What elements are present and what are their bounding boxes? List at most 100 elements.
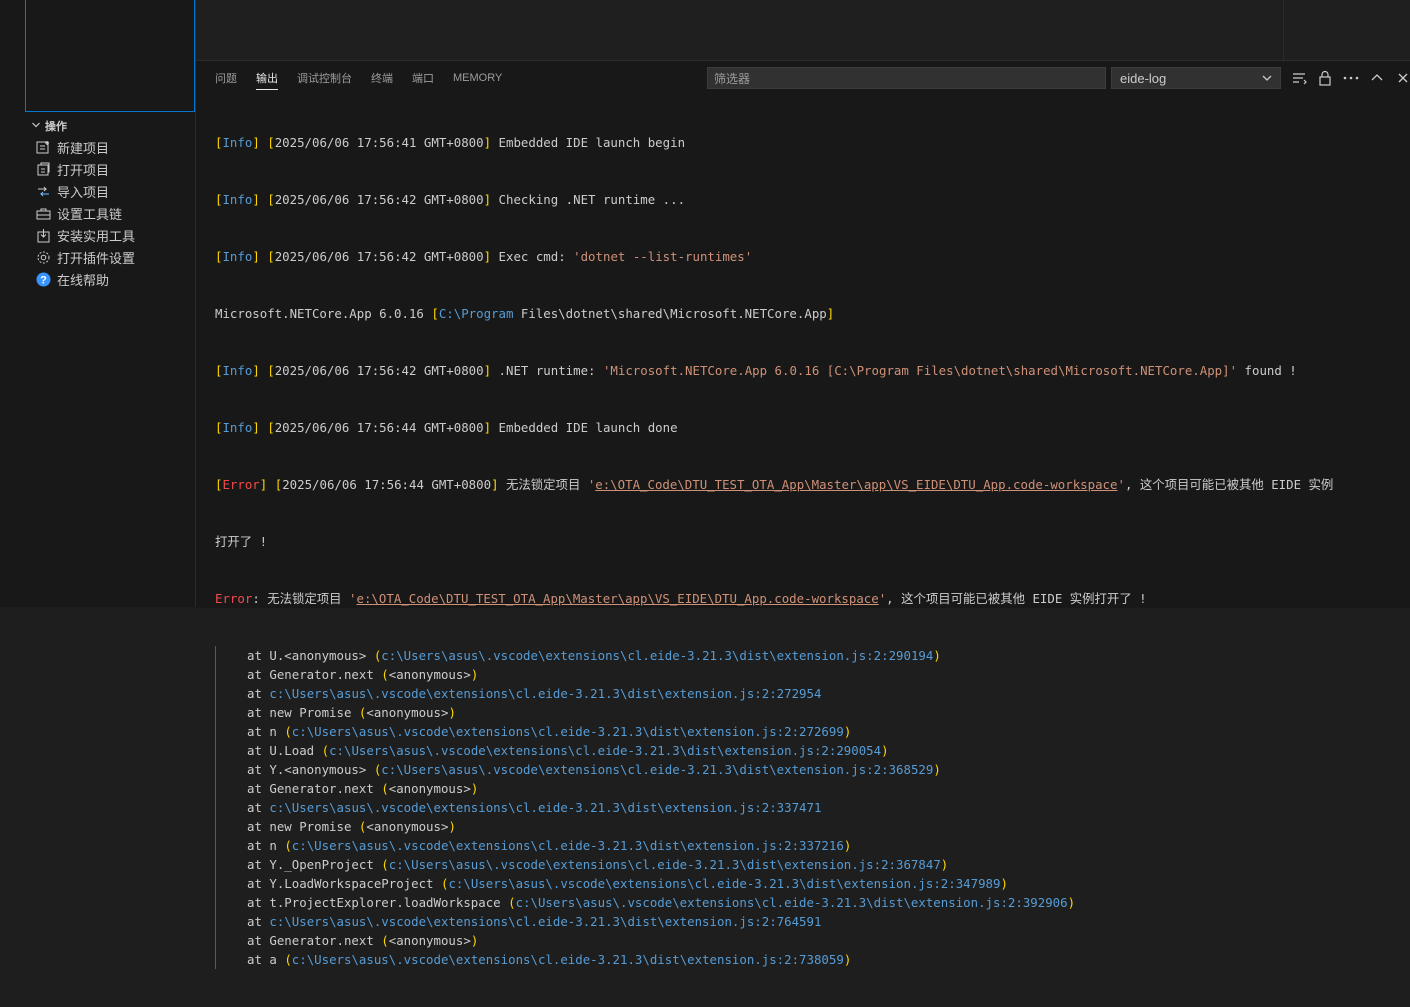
panel-tabs: 问题 输出 调试控制台 终端 端口 MEMORY	[196, 61, 502, 95]
stack-frame-location[interactable]: c:\Users\asus\.vscode\extensions\cl.eide…	[292, 838, 844, 853]
log-message: found !	[1237, 363, 1297, 378]
log-level: Info	[222, 420, 253, 435]
output-log[interactable]: [Info] [2025/06/06 17:56:41 GMT+0800] Em…	[215, 95, 1405, 1007]
stack-frame-location[interactable]: c:\Users\asus\.vscode\extensions\cl.eide…	[381, 762, 933, 777]
stack-frame: at Generator.next (<anonymous>)	[247, 781, 479, 796]
stack-frame-anon: <anonymous>	[366, 705, 449, 720]
stack-frame-fn: at U.Load	[247, 743, 322, 758]
stack-frame-anon: <anonymous>	[366, 819, 449, 834]
activity-bar	[0, 0, 26, 607]
log-time: 2025/06/06 17:56:42 GMT+0800	[274, 192, 484, 207]
stack-frame-fn: at Y.LoadWorkspaceProject	[247, 876, 441, 891]
action-install-tools[interactable]: 安装实用工具	[35, 224, 135, 246]
stack-frame: at new Promise (<anonymous>)	[247, 819, 456, 834]
log-level: Info	[222, 192, 253, 207]
log-path-link[interactable]: e:\OTA_Code\DTU_TEST_OTA_App\Master\app\…	[595, 477, 1117, 492]
stack-frame-location[interactable]: c:\Users\asus\.vscode\extensions\cl.eide…	[269, 800, 821, 815]
action-label: 导入项目	[57, 184, 110, 200]
lock-icon[interactable]	[1312, 67, 1338, 89]
stack-frame-location[interactable]: c:\Users\asus\.vscode\extensions\cl.eide…	[269, 686, 821, 701]
log-message: Microsoft.NETCore.App 6.0.16	[215, 306, 432, 321]
stack-frame-location[interactable]: c:\Users\asus\.vscode\extensions\cl.eide…	[448, 876, 1000, 891]
stack-frame-location[interactable]: c:\Users\asus\.vscode\extensions\cl.eide…	[516, 895, 1068, 910]
log-string: 'Microsoft.NETCore.App 6.0.16 [C:\Progra…	[602, 363, 1238, 378]
stack-frame: at c:\Users\asus\.vscode\extensions\cl.e…	[247, 912, 1405, 931]
log-level: Info	[222, 135, 253, 150]
log-message: Embedded IDE launch done	[498, 420, 678, 435]
stack-frame-fn: at Y._OpenProject	[247, 857, 382, 872]
log-message: , 这个项目可能已被其他 EIDE 实例打开了 !	[886, 591, 1147, 606]
log-level: Error	[222, 477, 260, 492]
log-line: [Info] [2025/06/06 17:56:42 GMT+0800] Ch…	[215, 192, 686, 207]
tab-ports[interactable]: 端口	[412, 61, 434, 95]
tab-output[interactable]: 输出	[256, 61, 278, 95]
log-time: 2025/06/06 17:56:42 GMT+0800	[274, 363, 484, 378]
output-panel: 问题 输出 调试控制台 终端 端口 MEMORY 筛选器 eide-log [I…	[196, 60, 1410, 969]
log-message: 无法锁定项目	[506, 477, 588, 492]
action-label: 安装实用工具	[57, 228, 136, 244]
log-message: Embedded IDE launch begin	[498, 135, 686, 150]
stack-frame-fn: at n	[247, 724, 285, 739]
sidebar: 操作 新建项目 打开项目 导入项目 设置工具链 安装实用工具 打开插件设置 ? …	[25, 0, 196, 607]
log-line: [Info] [2025/06/06 17:56:42 GMT+0800] .N…	[215, 363, 1297, 378]
action-setup-toolchain[interactable]: 设置工具链	[35, 202, 135, 224]
stack-frame-location[interactable]: c:\Users\asus\.vscode\extensions\cl.eide…	[269, 914, 821, 929]
log-path: C:\Program	[438, 306, 514, 321]
stack-frame-location[interactable]: c:\Users\asus\.vscode\extensions\cl.eide…	[389, 857, 941, 872]
log-string: 'dotnet --list-runtimes'	[573, 249, 753, 264]
action-label: 设置工具链	[57, 206, 123, 222]
stack-frame: at Y.LoadWorkspaceProject (c:\Users\asus…	[247, 876, 1008, 891]
stack-frame-location[interactable]: c:\Users\asus\.vscode\extensions\cl.eide…	[329, 743, 881, 758]
stack-frame: at U.Load (c:\Users\asus\.vscode\extensi…	[247, 743, 889, 758]
svg-text:?: ?	[40, 274, 47, 286]
action-import-project[interactable]: 导入项目	[35, 180, 135, 202]
log-path-link[interactable]: e:\OTA_Code\DTU_TEST_OTA_App\Master\app\…	[357, 591, 879, 606]
log-message: Files\dotnet\shared\Microsoft.NETCore.Ap…	[513, 306, 827, 321]
log-level: Info	[222, 363, 253, 378]
stack-frame: at Generator.next (<anonymous>)	[247, 667, 479, 682]
stack-frame-fn: at	[247, 800, 270, 815]
action-label: 在线帮助	[57, 272, 110, 288]
tab-memory[interactable]: MEMORY	[453, 61, 502, 95]
output-channel-select[interactable]: eide-log	[1111, 67, 1281, 89]
log-line: [Info] [2025/06/06 17:56:41 GMT+0800] Em…	[215, 135, 686, 150]
log-time: 2025/06/06 17:56:44 GMT+0800	[274, 420, 484, 435]
stack-frame-location[interactable]: c:\Users\asus\.vscode\extensions\cl.eide…	[381, 648, 933, 663]
action-new-project[interactable]: 新建项目	[35, 136, 135, 158]
stack-frame-location[interactable]: c:\Users\asus\.vscode\extensions\cl.eide…	[292, 952, 844, 967]
actions-section-header[interactable]: 操作	[31, 117, 67, 135]
tab-terminal[interactable]: 终端	[371, 61, 393, 95]
open-project-icon	[35, 161, 51, 177]
log-level: Info	[222, 249, 253, 264]
stack-frame-fn: at Y.<anonymous>	[247, 762, 374, 777]
log-message: : 无法锁定项目	[252, 591, 350, 606]
action-open-project[interactable]: 打开项目	[35, 158, 135, 180]
action-online-help[interactable]: ? 在线帮助	[35, 268, 135, 290]
stack-frame: at Generator.next (<anonymous>)	[247, 933, 479, 948]
toolchain-icon	[35, 205, 51, 221]
tab-problems[interactable]: 问题	[215, 61, 237, 95]
log-line: [Info] [2025/06/06 17:56:44 GMT+0800] Em…	[215, 420, 678, 435]
filter-input[interactable]: 筛选器	[707, 67, 1106, 89]
more-actions-icon[interactable]	[1338, 67, 1364, 89]
new-project-icon	[35, 139, 51, 155]
stack-frame: at a (c:\Users\asus\.vscode\extensions\c…	[247, 952, 852, 967]
log-message: .NET runtime:	[498, 363, 603, 378]
tab-debug-console[interactable]: 调试控制台	[297, 61, 352, 95]
actions-list: 新建项目 打开项目 导入项目 设置工具链 安装实用工具 打开插件设置 ? 在线帮…	[35, 136, 135, 290]
stack-frame-anon: <anonymous>	[388, 781, 471, 796]
sidebar-top-view[interactable]	[25, 0, 195, 112]
stack-frame: at Y.<anonymous> (c:\Users\asus\.vscode\…	[247, 762, 941, 777]
word-wrap-icon[interactable]	[1286, 67, 1312, 89]
log-line: [Info] [2025/06/06 17:56:42 GMT+0800] Ex…	[215, 249, 753, 264]
maximize-panel-icon[interactable]	[1364, 67, 1390, 89]
stack-frame-fn: at Generator.next	[247, 781, 382, 796]
log-line: [Error] [2025/06/06 17:56:44 GMT+0800] 无…	[215, 477, 1334, 492]
stack-frame-fn: at new Promise	[247, 705, 359, 720]
action-label: 打开项目	[57, 162, 110, 178]
stack-frame-fn: at n	[247, 838, 285, 853]
close-icon[interactable]	[1390, 67, 1410, 89]
action-open-plugin-settings[interactable]: 打开插件设置	[35, 246, 135, 268]
stack-frame: at n (c:\Users\asus\.vscode\extensions\c…	[247, 724, 852, 739]
stack-frame-location[interactable]: c:\Users\asus\.vscode\extensions\cl.eide…	[292, 724, 844, 739]
